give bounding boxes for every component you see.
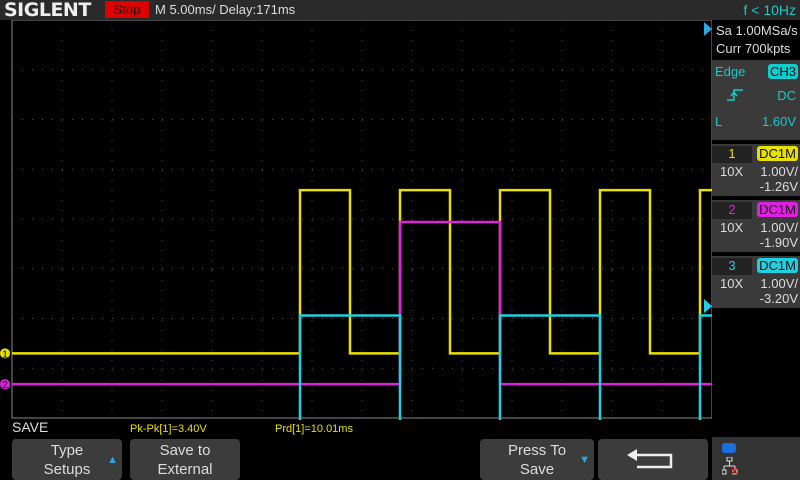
trigger-type: Edge: [715, 64, 746, 79]
side-panel: Sa 1.00MSa/s Curr 700kpts Edge CH3 DC L …: [712, 20, 800, 308]
run-stop-status[interactable]: Stop: [105, 1, 149, 18]
waveform-display[interactable]: 123: [0, 20, 712, 420]
type-value: Setups: [43, 461, 91, 478]
arrow-up-icon: ▲: [107, 454, 118, 466]
channel-2-marker-label: 2: [2, 380, 8, 391]
vertical-scale: 1.00V/: [760, 164, 798, 179]
trigger-level-label: L: [715, 114, 723, 129]
channel-1-marker-label: 1: [2, 349, 8, 360]
trigger-level: 1.60V: [762, 114, 796, 129]
channel-number: 2: [712, 202, 752, 219]
press-to-value: Save: [519, 461, 555, 478]
acquisition-info: Sa 1.00MSa/s Curr 700kpts: [712, 20, 800, 58]
sample-rate: Sa 1.00MSa/s: [716, 23, 798, 38]
trigger-coupling: DC: [777, 88, 796, 103]
measurement-pkpk: Pk-Pk[1]=3.40V: [130, 423, 207, 435]
vertical-offset: -1.90V: [759, 235, 798, 250]
measurement-bar: SAVE Pk-Pk[1]=3.40V Prd[1]=10.01ms: [0, 419, 712, 437]
channel-number: 3: [712, 258, 752, 275]
channel-1-trace: [12, 188, 712, 355]
menu-title: SAVE: [12, 419, 49, 435]
vertical-scale: 1.00V/: [760, 276, 798, 291]
timebase-readout[interactable]: M 5.00ms/ Delay:171ms: [155, 0, 295, 20]
save-to-label: Save to: [159, 442, 211, 459]
probe-attenuation: 10X: [720, 276, 744, 291]
arrow-down-icon: ▼: [579, 454, 590, 466]
channel-3-panel[interactable]: 3 DC1M 10X 1.00V/ -3.20V: [712, 256, 800, 308]
frequency-counter: f < 10Hz: [743, 2, 796, 18]
press-to-save-softkey[interactable]: Press To Save ▼: [480, 439, 594, 480]
vertical-offset: -1.26V: [759, 179, 798, 194]
softkey-bar: Type Setups ▲ Save to External Press To …: [0, 437, 800, 480]
trigger-panel[interactable]: Edge CH3 DC L 1.60V: [712, 60, 800, 140]
channel-number: 1: [712, 146, 752, 163]
channel-1-panel[interactable]: 1 DC1M 10X 1.00V/ -1.26V: [712, 144, 800, 196]
channel-2-panel[interactable]: 2 DC1M 10X 1.00V/ -1.90V: [712, 200, 800, 252]
usb-icon: [722, 443, 736, 453]
vertical-scale: 1.00V/: [760, 220, 798, 235]
probe-attenuation: 10X: [720, 220, 744, 235]
measurement-period: Prd[1]=10.01ms: [275, 423, 353, 435]
press-to-label: Press To: [507, 442, 567, 459]
type-label: Type: [50, 442, 84, 459]
return-icon: [627, 449, 673, 469]
network-disconnected-icon: [722, 457, 738, 476]
trigger-position-marker: [704, 22, 712, 36]
save-to-external-softkey[interactable]: Save to External: [130, 439, 240, 480]
back-softkey[interactable]: [598, 439, 708, 480]
trigger-level-marker: [704, 299, 712, 314]
channel-coupling: DC1M: [757, 146, 798, 161]
memory-depth: Curr 700kpts: [716, 41, 791, 56]
vertical-offset: -3.20V: [759, 291, 798, 306]
status-icons: [712, 437, 800, 480]
trigger-source: CH3: [767, 64, 798, 79]
save-to-value: External: [157, 461, 213, 478]
rising-edge-icon: [727, 89, 743, 101]
siglent-logo: SIGLENT: [4, 0, 91, 21]
channel-2-trace: [12, 220, 712, 386]
top-bar: SIGLENT Stop M 5.00ms/ Delay:171ms f < 1…: [0, 0, 800, 20]
probe-attenuation: 10X: [720, 164, 744, 179]
type-softkey[interactable]: Type Setups ▲: [12, 439, 122, 480]
channel-coupling: DC1M: [757, 202, 798, 217]
channel-coupling: DC1M: [757, 258, 798, 273]
